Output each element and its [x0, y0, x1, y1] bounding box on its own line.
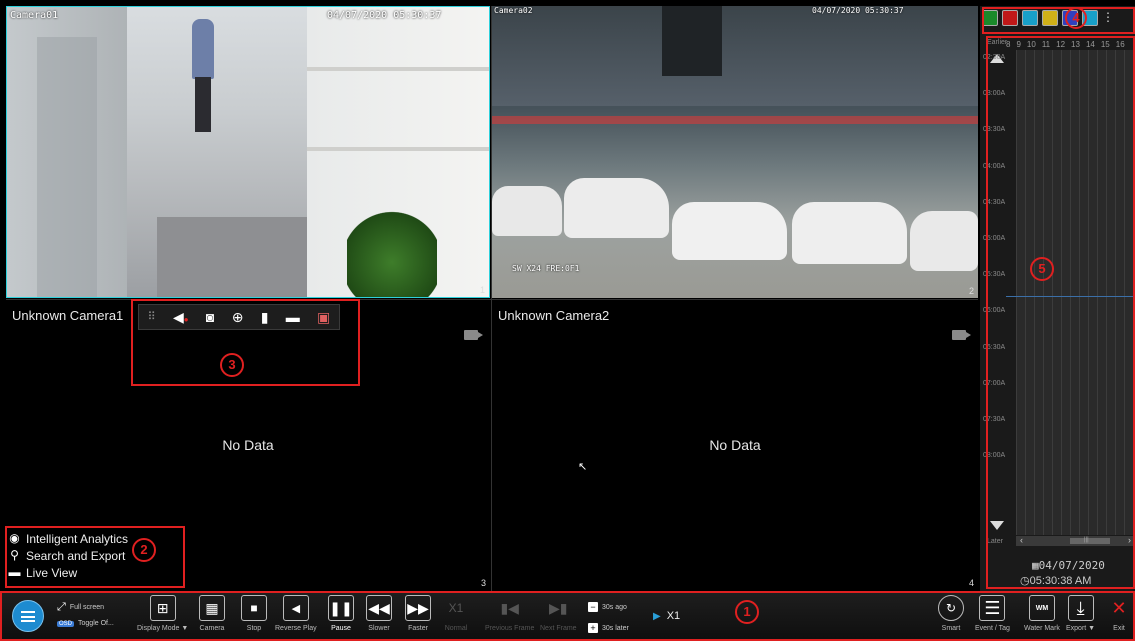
record-status-icon [952, 330, 971, 340]
shelf [307, 147, 489, 151]
statue [662, 6, 722, 76]
shelf [307, 67, 489, 71]
osd-overlay-text: SW X24 FRE:0F1 [512, 264, 580, 273]
marker-badge-4: 4 [1065, 7, 1087, 29]
person-legs [195, 77, 211, 132]
osd-camera-name: Camera02 [494, 6, 533, 15]
marker-badge-2: 2 [132, 538, 156, 562]
cursor-icon: ↖ [578, 461, 588, 473]
floor [157, 217, 307, 297]
tile-number: 1 [479, 285, 485, 295]
record-status-icon [464, 330, 483, 340]
camera-tile-2[interactable]: Camera02 04/07/2020 05:30:37 SW X24 FRE:… [492, 6, 978, 298]
car [792, 202, 907, 264]
marker-badge-1: 1 [735, 600, 759, 624]
tile-number: 4 [968, 578, 974, 588]
car [492, 186, 562, 236]
person [192, 19, 214, 79]
osd-timestamp: 04/07/2020 05:30:37 [327, 10, 442, 21]
camera-tile-4[interactable]: Unknown Camera2 No Data ↖ 4 [492, 300, 978, 590]
marker-box-5 [986, 36, 1135, 589]
marker-badge-3: 3 [220, 353, 244, 377]
marker-box-4 [982, 7, 1135, 34]
car [910, 211, 978, 271]
door [37, 37, 97, 297]
car [564, 178, 669, 238]
camera-tile-1[interactable]: Camera01 04/07/2020 05:30:37 1 [6, 6, 490, 298]
marker-box-1 [0, 591, 1135, 641]
osd-camera-name: Camera01 [10, 10, 59, 21]
tile-number: 3 [480, 578, 486, 588]
camera-title: Unknown Camera2 [498, 308, 610, 323]
no-data-label: No Data [222, 437, 274, 453]
marker-box-3 [131, 299, 360, 386]
no-data-label: No Data [709, 437, 761, 453]
barrier-tape [492, 116, 978, 124]
scroll-thumb-label: ||| [1084, 537, 1089, 543]
osd-timestamp: 04/07/2020 05:30:37 [812, 6, 904, 15]
tile-number: 2 [968, 286, 974, 296]
camera-title: Unknown Camera1 [12, 308, 124, 323]
car [672, 202, 787, 260]
marker-badge-5: 5 [1030, 257, 1054, 281]
marker-box-2 [5, 526, 185, 588]
plant [347, 207, 437, 297]
building [492, 6, 978, 106]
